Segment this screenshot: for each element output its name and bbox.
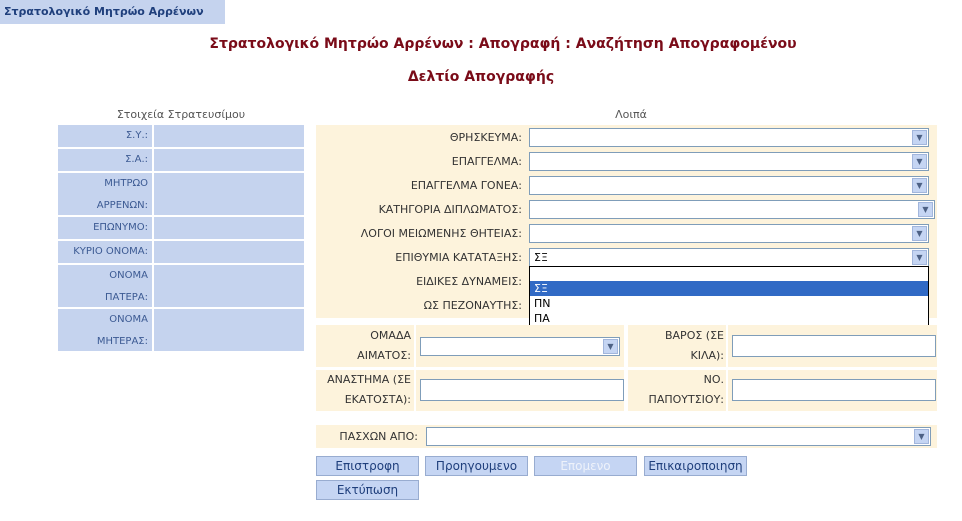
profession-label: ΕΠΑΓΓΕΛΜΑ: [451, 155, 522, 168]
suffers-from-select[interactable]: ▼ [426, 427, 931, 446]
profession-select[interactable]: ▼ [529, 152, 929, 171]
surname-label: ΕΠΩΝΥΜΟ: [58, 217, 152, 239]
back-button[interactable]: Επιστροφη [316, 456, 419, 476]
sa-value [154, 149, 304, 171]
religion-label: ΘΡΗΣΚΕΥΜΑ: [449, 131, 522, 144]
sy-label: Σ.Υ.: [58, 125, 152, 147]
registry-value [154, 173, 304, 215]
enlistment-preference-label: ΕΠΙΘΥΜΙΑ ΚΑΤΑΤΑΞΗΣ: [395, 251, 522, 264]
height-input[interactable] [420, 379, 624, 401]
surname-value [154, 217, 304, 239]
shoe-size-label: ΝΟ. ΠΑΠΟΥΤΣΙΟΥ: [648, 373, 724, 406]
chevron-down-icon[interactable]: ▼ [912, 130, 927, 145]
blood-type-select[interactable]: ▼ [420, 337, 620, 356]
page-subtitle: Δελτίο Απογραφής [407, 69, 555, 85]
page-title: Στρατολογικό Μητρώο Αρρένων : Απογραφή :… [209, 36, 797, 52]
diploma-category-select[interactable]: ▼ [529, 200, 935, 219]
chevron-down-icon[interactable]: ▼ [912, 154, 927, 169]
firstname-value [154, 241, 304, 263]
special-forces-label: ΕΙΔΙΚΕΣ ΔΥΝΑΜΕΙΣ: [416, 275, 522, 288]
father-name-label: ΟΝΟΜΑ ΠΑΤΕΡΑ: [58, 265, 152, 307]
chevron-down-icon[interactable]: ▼ [912, 250, 927, 265]
chevron-down-icon[interactable]: ▼ [918, 202, 933, 217]
enlistment-preference-dropdown[interactable]: ΣΞ ΠΝ ΠΑ [529, 266, 929, 327]
dropdown-option-pa[interactable]: ΠΑ [530, 311, 928, 326]
enlistment-preference-select[interactable]: ΣΞ ▼ [529, 248, 929, 267]
weight-label: ΒΑΡΟΣ (ΣΕ ΚΙΛΑ): [664, 329, 724, 362]
sy-value [154, 125, 304, 147]
mother-name-value [154, 309, 304, 351]
weight-input[interactable] [732, 335, 936, 357]
shoe-size-input[interactable] [732, 379, 936, 401]
refresh-button[interactable]: Επικαιροποιηση [644, 456, 747, 476]
dropdown-option-empty[interactable] [530, 267, 928, 282]
chevron-down-icon[interactable]: ▼ [912, 226, 927, 241]
mother-name-label: ΟΝΟΜΑ ΜΗΤΕΡΑΣ: [58, 309, 152, 351]
blood-type-label: ΟΜΑΔΑ ΑΙΜΑΤΟΣ: [357, 329, 411, 362]
religion-select[interactable]: ▼ [529, 128, 929, 147]
father-name-value [154, 265, 304, 307]
reduced-service-select[interactable]: ▼ [529, 224, 929, 243]
right-section-title: Λοιπά [615, 108, 647, 121]
suffers-from-label: ΠΑΣΧΩΝ ΑΠΟ: [339, 430, 418, 443]
reduced-service-label: ΛΟΓΟΙ ΜΕΙΩΜΕΝΗΣ ΘΗΤΕΙΑΣ: [360, 227, 522, 240]
chevron-down-icon[interactable]: ▼ [603, 339, 618, 354]
parent-profession-label: ΕΠΑΓΓΕΛΜΑ ΓΟΝΕΑ: [410, 179, 522, 192]
app-tab[interactable]: Στρατολογικό Μητρώο Αρρένων [0, 0, 225, 24]
parent-profession-select[interactable]: ▼ [529, 176, 929, 195]
dropdown-option-pn[interactable]: ΠΝ [530, 296, 928, 311]
registry-label: ΜΗΤΡΩΟ ΑΡΡΕΝΩΝ: [58, 173, 152, 215]
sa-label: Σ.Α.: [58, 149, 152, 171]
previous-button[interactable]: Προηγουμενο [425, 456, 528, 476]
left-section-title: Στοιχεία Στρατευσίμου [116, 108, 246, 121]
height-label: ΑΝΑΣΤΗΜΑ (ΣΕ ΕΚΑΤΟΣΤΑ): [327, 373, 411, 406]
firstname-label: ΚΥΡΙΟ ΟΝΟΜΑ: [58, 241, 152, 263]
dropdown-option-se[interactable]: ΣΞ [530, 281, 928, 296]
marines-label: ΩΣ ΠΕΖΟΝΑΥΤΗΣ: [423, 299, 522, 312]
diploma-category-label: ΚΑΤΗΓΟΡΙΑ ΔΙΠΛΩΜΑΤΟΣ: [378, 203, 522, 216]
print-button[interactable]: Εκτύπωση [316, 480, 419, 500]
next-button[interactable]: Επομενο [534, 456, 637, 476]
chevron-down-icon[interactable]: ▼ [912, 178, 927, 193]
chevron-down-icon[interactable]: ▼ [914, 429, 929, 444]
